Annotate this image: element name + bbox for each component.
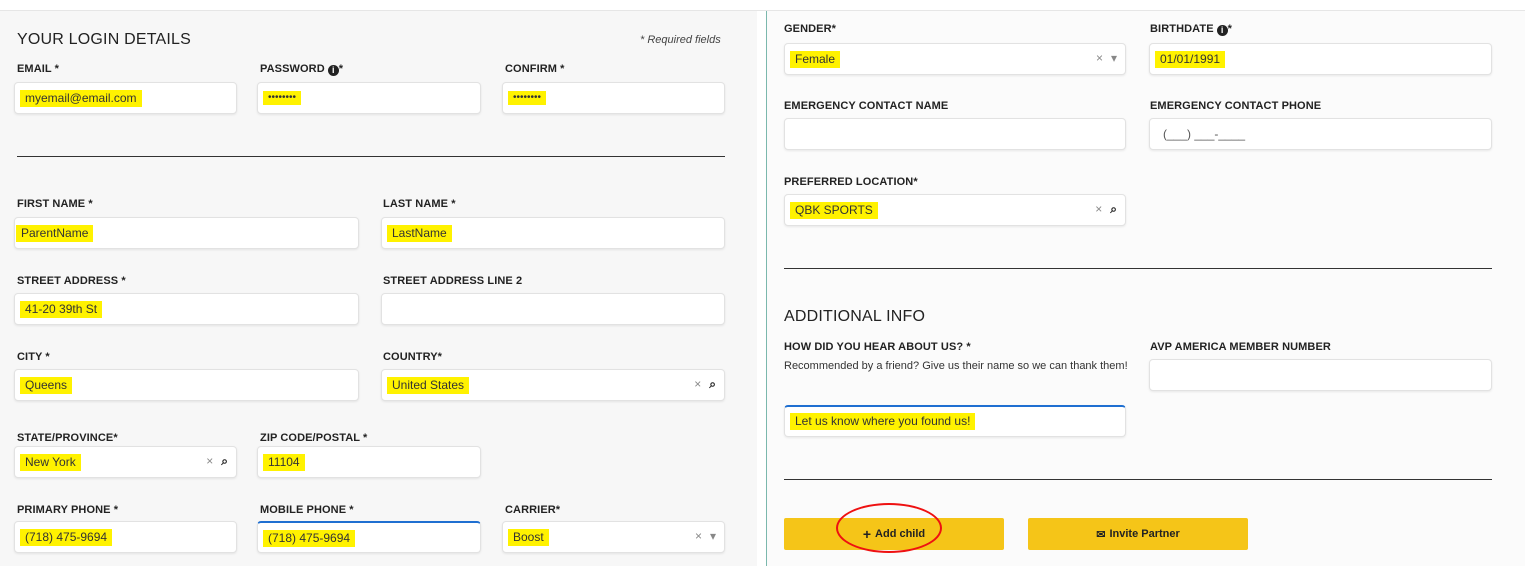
profile-panel: GENDER* Female × ▾ BIRTHDATE i * 01/01/1991…	[766, 11, 1525, 566]
mobile-phone-field[interactable]: (718) 475-9694	[257, 521, 481, 553]
state-value: New York	[20, 454, 81, 471]
envelope-icon: ✉	[1096, 528, 1106, 541]
carrier-label: CARRIER*	[505, 504, 561, 516]
email-value: myemail@email.com	[20, 90, 142, 107]
hear-about-help: Recommended by a friend? Give us their n…	[784, 360, 1128, 372]
clear-icon[interactable]: ×	[206, 454, 213, 468]
confirm-value: ••••••••	[508, 91, 547, 105]
login-and-address-panel: YOUR LOGIN DETAILS * Required fields EMA…	[0, 11, 757, 566]
street-address-label: STREET ADDRESS *	[17, 275, 126, 287]
additional-info-title: ADDITIONAL INFO	[784, 308, 926, 325]
password-value: ••••••••	[263, 91, 302, 105]
section-divider	[17, 156, 725, 157]
location-value: QBK SPORTS	[790, 202, 878, 219]
carrier-value: Boost	[508, 529, 549, 546]
carrier-select[interactable]: Boost × ▾	[502, 521, 725, 553]
country-select[interactable]: United States × ⌕	[381, 369, 725, 401]
city-value: Queens	[20, 377, 73, 394]
city-field[interactable]: Queens	[14, 369, 359, 401]
password-field[interactable]: ••••••••	[257, 82, 481, 114]
email-label: EMAIL *	[17, 63, 60, 75]
info-icon[interactable]: i	[1216, 25, 1228, 36]
mobile-phone-label: MOBILE PHONE *	[260, 504, 354, 516]
street-address-2-label: STREET ADDRESS LINE 2	[383, 275, 523, 287]
clear-icon[interactable]: ×	[1096, 51, 1103, 65]
avp-member-field[interactable]	[1149, 359, 1492, 391]
clear-icon[interactable]: ×	[695, 529, 702, 543]
first-name-label: FIRST NAME *	[17, 198, 93, 210]
city-label: CITY *	[17, 351, 50, 363]
gender-label: GENDER*	[784, 23, 837, 35]
mobile-phone-value: (718) 475-9694	[263, 530, 356, 547]
search-icon[interactable]: ⌕	[709, 377, 716, 391]
location-label: PREFERRED LOCATION*	[784, 176, 918, 188]
red-annotation-circle	[836, 503, 942, 553]
password-label: PASSWORD i *	[260, 63, 344, 76]
street-address-value: 41-20 39th St	[20, 301, 103, 318]
birthdate-field[interactable]: 01/01/1991	[1149, 43, 1492, 75]
confirm-label: CONFIRM *	[505, 63, 565, 75]
birthdate-value: 01/01/1991	[1155, 51, 1226, 68]
chevron-down-icon[interactable]: ▾	[710, 529, 716, 543]
avp-member-label: AVP AMERICA MEMBER NUMBER	[1150, 341, 1331, 353]
primary-phone-value: (718) 475-9694	[20, 529, 113, 546]
primary-phone-label: PRIMARY PHONE *	[17, 504, 119, 516]
gender-select[interactable]: Female × ▾	[784, 43, 1126, 75]
chevron-down-icon[interactable]: ▾	[1111, 51, 1117, 65]
emergency-name-field[interactable]	[784, 118, 1126, 150]
last-name-label: LAST NAME *	[383, 198, 456, 210]
location-select[interactable]: QBK SPORTS × ⌕	[784, 194, 1126, 226]
login-section-title: YOUR LOGIN DETAILS	[17, 31, 192, 48]
country-label: COUNTRY*	[383, 351, 443, 363]
country-value: United States	[387, 377, 470, 394]
zip-value: 11104	[263, 454, 305, 471]
last-name-value: LastName	[387, 225, 452, 242]
search-icon[interactable]: ⌕	[221, 454, 228, 468]
emergency-phone-field[interactable]: (___) ___-____	[1149, 118, 1492, 150]
clear-icon[interactable]: ×	[1095, 202, 1102, 216]
emergency-phone-placeholder: (___) ___-____	[1163, 127, 1246, 141]
state-label: STATE/PROVINCE*	[17, 432, 118, 444]
street-address-field[interactable]: 41-20 39th St	[14, 293, 359, 325]
gender-value: Female	[790, 51, 841, 68]
search-icon[interactable]: ⌕	[1110, 202, 1117, 216]
invite-partner-label: Invite Partner	[1109, 528, 1180, 540]
required-fields-note: * Required fields	[640, 34, 721, 46]
info-icon[interactable]: i	[327, 65, 339, 76]
section-divider	[784, 479, 1492, 480]
hear-about-field[interactable]: Let us know where you found us!	[784, 405, 1126, 437]
zip-label: ZIP CODE/POSTAL *	[260, 432, 368, 444]
confirm-password-field[interactable]: ••••••••	[502, 82, 725, 114]
clear-icon[interactable]: ×	[694, 377, 701, 391]
birthdate-label: BIRTHDATE i *	[1150, 23, 1233, 36]
hear-about-value: Let us know where you found us!	[790, 413, 976, 430]
emergency-phone-label: EMERGENCY CONTACT PHONE	[1150, 100, 1322, 112]
top-bar	[0, 0, 1525, 11]
state-select[interactable]: New York × ⌕	[14, 446, 237, 478]
section-divider	[784, 268, 1492, 269]
email-field[interactable]: myemail@email.com	[14, 82, 237, 114]
zip-field[interactable]: 11104	[257, 446, 481, 478]
street-address-2-field[interactable]	[381, 293, 725, 325]
first-name-field[interactable]: ParentName	[14, 217, 359, 249]
emergency-name-label: EMERGENCY CONTACT NAME	[784, 100, 949, 112]
primary-phone-field[interactable]: (718) 475-9694	[14, 521, 237, 553]
invite-partner-button[interactable]: ✉ Invite Partner	[1028, 518, 1248, 550]
hear-about-label: HOW DID YOU HEAR ABOUT US? *	[784, 341, 971, 353]
panel-gap	[757, 11, 766, 566]
last-name-field[interactable]: LastName	[381, 217, 725, 249]
first-name-value: ParentName	[16, 225, 94, 242]
